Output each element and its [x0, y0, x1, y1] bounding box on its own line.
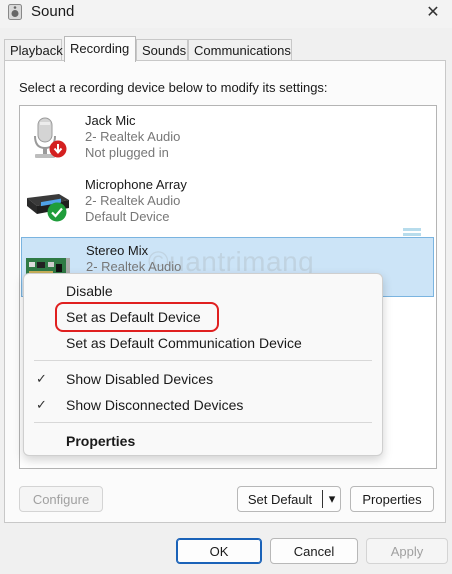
checkmark-icon: ✓	[36, 397, 47, 412]
device-driver: 2- Realtek Audio	[86, 259, 182, 274]
properties-button[interactable]: Properties	[350, 486, 434, 512]
device-driver: 2- Realtek Audio	[85, 129, 181, 144]
tab-playback[interactable]: Playback	[4, 39, 63, 61]
ok-button[interactable]: OK	[176, 538, 262, 564]
highlight-annotation	[55, 302, 219, 332]
device-status: Default Device	[85, 209, 170, 224]
device-name: Stereo Mix	[86, 243, 149, 258]
unplugged-arrow-icon	[49, 140, 67, 158]
checkmark-icon: ✓	[36, 371, 47, 386]
device-status: Not plugged in	[85, 145, 169, 160]
menu-separator	[34, 422, 372, 423]
device-name: Microphone Array	[85, 177, 187, 192]
speaker-icon	[8, 4, 22, 20]
menu-item-disable[interactable]: Disable	[24, 279, 382, 303]
device-item-microphone-array[interactable]: Microphone Array 2- Realtek Audio Defaul…	[21, 172, 434, 232]
set-default-dropdown-button[interactable]: ▾	[323, 487, 341, 511]
menu-item-label: Properties	[66, 433, 136, 449]
menu-item-show-disconnected-devices[interactable]: ✓ Show Disconnected Devices	[24, 393, 382, 417]
menu-item-show-disabled-devices[interactable]: ✓ Show Disabled Devices	[24, 367, 382, 391]
configure-button[interactable]: Configure	[19, 486, 103, 512]
title-bar: Sound ✕	[0, 0, 452, 28]
close-icon: ✕	[426, 4, 440, 21]
device-name: Jack Mic	[85, 113, 136, 128]
device-item-jack-mic[interactable]: Jack Mic 2- Realtek Audio Not plugged in	[21, 108, 434, 168]
set-default-button[interactable]: Set Default	[238, 487, 322, 511]
device-driver: 2- Realtek Audio	[85, 193, 181, 208]
cancel-button[interactable]: Cancel	[270, 538, 358, 564]
close-button[interactable]: ✕	[418, 0, 448, 24]
tab-sounds[interactable]: Sounds	[136, 39, 188, 61]
default-check-icon	[47, 202, 67, 222]
menu-item-label: Show Disconnected Devices	[66, 397, 244, 413]
apply-button[interactable]: Apply	[366, 538, 448, 564]
menu-item-label: Set as Default Communication Device	[66, 335, 302, 351]
menu-item-label: Show Disabled Devices	[66, 371, 214, 387]
window-title: Sound	[31, 3, 75, 20]
tab-recording[interactable]: Recording	[64, 36, 136, 62]
context-menu: Disable Set as Default Device Set as Def…	[23, 273, 383, 456]
tab-communications[interactable]: Communications	[188, 39, 292, 61]
chevron-down-icon: ▾	[328, 491, 336, 506]
instruction-text: Select a recording device below to modif…	[19, 80, 328, 95]
menu-item-properties[interactable]: Properties	[24, 429, 382, 453]
menu-item-set-default-communication-device[interactable]: Set as Default Communication Device	[24, 331, 382, 355]
menu-item-label: Disable	[66, 283, 113, 299]
set-default-split-button[interactable]: Set Default ▾	[237, 486, 341, 512]
menu-separator	[34, 360, 372, 361]
